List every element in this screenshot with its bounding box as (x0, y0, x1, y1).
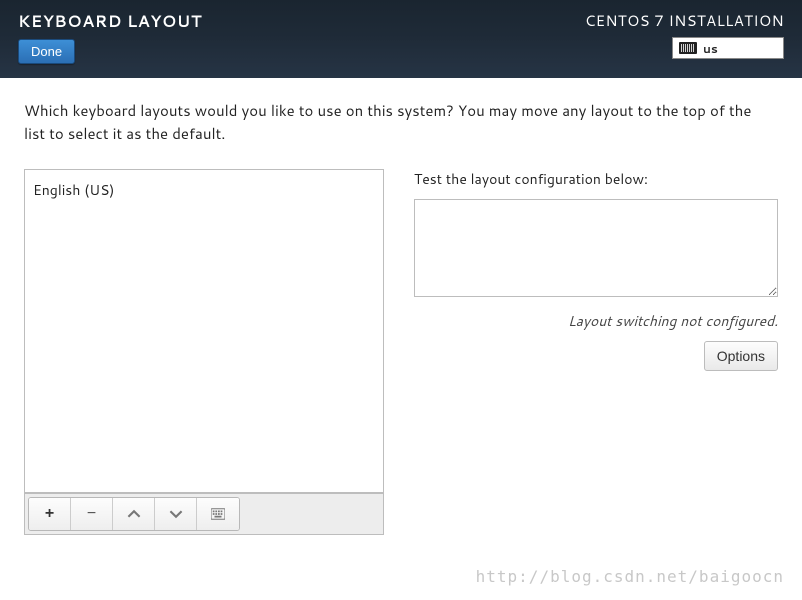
test-input[interactable] (414, 199, 778, 297)
instruction-text: Which keyboard layouts would you like to… (24, 100, 764, 145)
chevron-up-icon (127, 507, 141, 521)
watermark-text: http://blog.csdn.net/baigoocn (476, 567, 784, 586)
options-row: Options (414, 341, 778, 371)
done-button[interactable]: Done (18, 39, 75, 64)
language-code: us (703, 40, 718, 57)
content-area: Which keyboard layouts would you like to… (0, 78, 802, 557)
install-title: CENTOS 7 INSTALLATION (585, 10, 784, 31)
move-down-button[interactable] (155, 498, 197, 530)
test-label: Test the layout configuration below: (414, 169, 778, 189)
header-left: KEYBOARD LAYOUT Done (18, 10, 202, 78)
layout-list[interactable]: English (US) (24, 169, 384, 493)
page-title: KEYBOARD LAYOUT (18, 10, 202, 33)
language-indicator[interactable]: us (672, 37, 784, 59)
options-button[interactable]: Options (704, 341, 778, 371)
left-column: English (US) + − (24, 169, 384, 535)
chevron-down-icon (169, 507, 183, 521)
minus-icon: − (87, 505, 96, 523)
plus-icon: + (45, 505, 54, 523)
list-item[interactable]: English (US) (31, 178, 377, 202)
move-up-button[interactable] (113, 498, 155, 530)
header-right: CENTOS 7 INSTALLATION us (585, 10, 784, 78)
right-column: Test the layout configuration below: Lay… (414, 169, 778, 535)
toolbar-group: + − (28, 497, 240, 531)
keyboard-icon (679, 42, 697, 54)
switching-note: Layout switching not configured. (414, 311, 778, 331)
remove-layout-button[interactable]: − (71, 498, 113, 530)
preview-layout-button[interactable] (197, 498, 239, 530)
columns: English (US) + − (24, 169, 778, 535)
header-bar: KEYBOARD LAYOUT Done CENTOS 7 INSTALLATI… (0, 0, 802, 78)
keyboard-icon (211, 507, 225, 521)
add-layout-button[interactable]: + (29, 498, 71, 530)
layout-toolbar: + − (24, 493, 384, 535)
